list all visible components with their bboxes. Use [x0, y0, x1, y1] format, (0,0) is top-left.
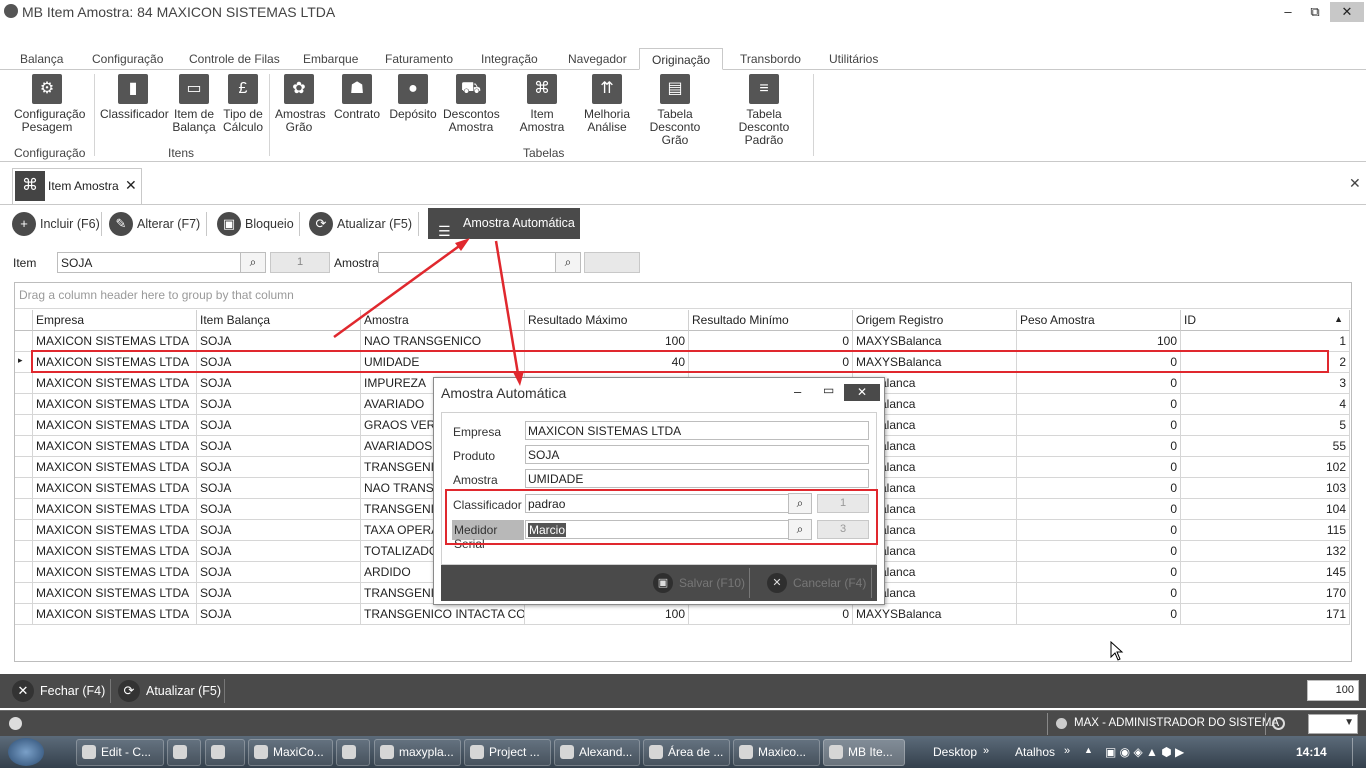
bottom-atualizar-button[interactable]: ⟳ Atualizar (F5): [118, 680, 221, 702]
app-icon: [82, 745, 96, 759]
taskbar-item-label: Project ...: [489, 745, 540, 759]
chevron-right-icon[interactable]: »: [983, 745, 989, 757]
taskbar-item[interactable]: Project ...: [464, 739, 551, 766]
refresh-icon: ⟳: [118, 680, 140, 702]
status-separator: [1047, 713, 1048, 735]
taskbar-item[interactable]: MaxiCo...: [248, 739, 333, 766]
app-icon: [470, 745, 484, 759]
taskbar-item-label: Edit - C...: [101, 745, 152, 759]
app-icon: [829, 745, 843, 759]
taskbar-item[interactable]: Área de ...: [643, 739, 730, 766]
app-icon: [649, 745, 663, 759]
app-icon: [211, 745, 225, 759]
chevron-down-icon: ▼: [1344, 717, 1354, 728]
app-icon: [254, 745, 268, 759]
status-separator: [1265, 713, 1266, 735]
taskbar-item-label: Maxico...: [758, 745, 807, 759]
tray-icons[interactable]: ▣ ◉ ◈ ▲ ⬢ ▶: [1105, 745, 1184, 759]
globe-icon: [9, 717, 22, 730]
power-icon[interactable]: [1272, 717, 1285, 730]
taskbar-item-label: Área de ...: [668, 745, 724, 759]
mouse-cursor-icon: [1110, 641, 1124, 661]
fechar-button[interactable]: ✕ Fechar (F4): [12, 680, 105, 702]
app-icon: [173, 745, 187, 759]
annotation-arrows: [333, 238, 524, 386]
taskbar-item[interactable]: Edit - C...: [76, 739, 164, 766]
page-size-input[interactable]: 100: [1307, 680, 1359, 701]
tray-expand-icon[interactable]: ▲: [1084, 745, 1093, 755]
taskbar-atalhos-toolbar[interactable]: Atalhos: [1015, 745, 1055, 759]
taskbar-clock: 14:14: [1296, 745, 1327, 759]
user-icon: [1056, 718, 1067, 729]
taskbar-item-label: maxypla...: [399, 745, 454, 759]
status-bar: MAX - ADMINISTRADOR DO SISTEMA ▼: [0, 710, 1366, 736]
app-icon: [560, 745, 574, 759]
windows-taskbar: Edit - C... MaxiCo... maxypla... Project ..…: [0, 736, 1366, 768]
show-desktop-button[interactable]: [1352, 738, 1364, 766]
chevron-right-icon[interactable]: »: [1064, 745, 1070, 757]
taskbar-item[interactable]: [205, 739, 245, 766]
status-dropdown[interactable]: ▼: [1308, 714, 1358, 734]
taskbar-item[interactable]: Maxico...: [733, 739, 820, 766]
taskbar-item-label: Alexand...: [579, 745, 633, 759]
taskbar-item[interactable]: [167, 739, 201, 766]
bar-separator: [224, 679, 225, 703]
app-icon: [380, 745, 394, 759]
taskbar-item-label: MaxiCo...: [273, 745, 324, 759]
close-icon: ✕: [12, 680, 34, 702]
taskbar-item-label: MB Ite...: [848, 745, 893, 759]
app-icon: [342, 745, 356, 759]
taskbar-item[interactable]: maxypla...: [374, 739, 461, 766]
taskbar-item[interactable]: Alexand...: [554, 739, 640, 766]
taskbar-item[interactable]: [336, 739, 370, 766]
current-user: MAX - ADMINISTRADOR DO SISTEMA: [1074, 717, 1280, 729]
app-icon: [739, 745, 753, 759]
taskbar-item[interactable]: MB Ite...: [823, 739, 905, 766]
bottom-action-bar: ✕ Fechar (F4) ⟳ Atualizar (F5): [0, 674, 1366, 708]
taskbar-desktop-toolbar[interactable]: Desktop: [933, 745, 977, 759]
start-button[interactable]: [8, 738, 44, 766]
bar-separator: [110, 679, 111, 703]
